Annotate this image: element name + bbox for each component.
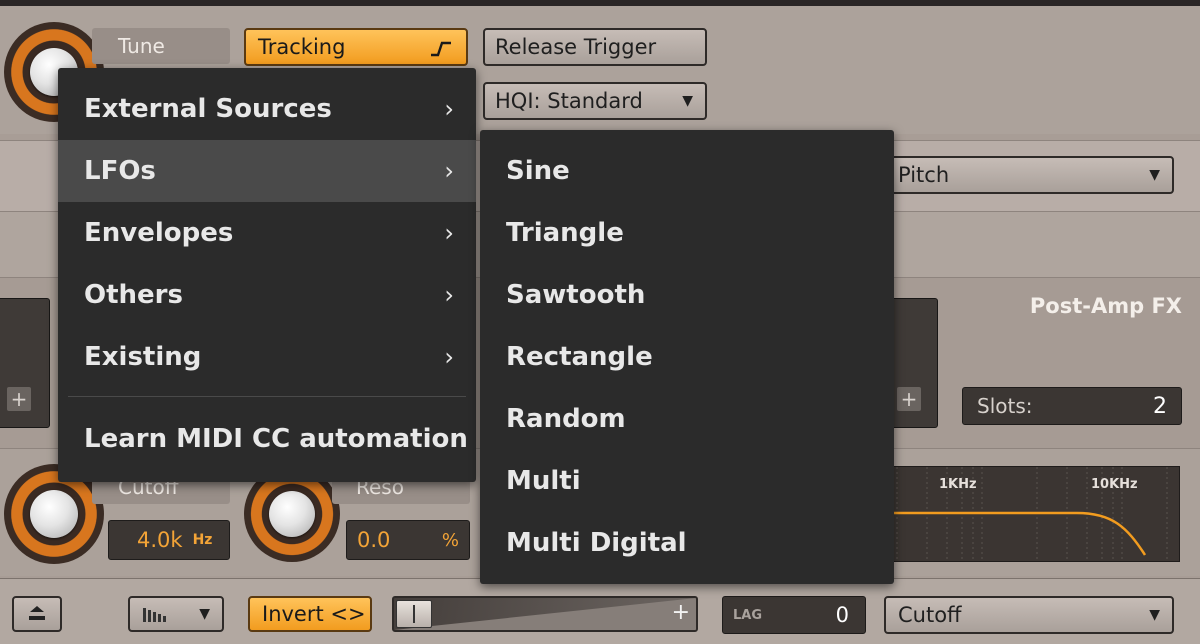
menu-item-label: Learn MIDI CC automation xyxy=(84,424,468,454)
reso-value-field[interactable]: 0.0 % xyxy=(346,520,470,560)
submenu-item-random[interactable]: Random xyxy=(480,388,894,450)
target-value: Cutoff xyxy=(898,603,962,627)
menu-item-label: External Sources xyxy=(84,94,332,124)
slots-value: 2 xyxy=(1153,393,1167,419)
chevron-down-icon: ▼ xyxy=(199,606,210,622)
cutoff-knob-cap xyxy=(30,490,78,538)
chevron-right-icon: › xyxy=(444,157,454,185)
cutoff-value-field[interactable]: 4.0k Hz xyxy=(108,520,230,560)
lag-label: LAG xyxy=(733,607,763,623)
plus-icon: + xyxy=(10,387,28,411)
release-trigger-label: Release Trigger xyxy=(495,35,657,59)
menu-item-lfos[interactable]: LFOs › xyxy=(58,140,476,202)
menu-item-label: Envelopes xyxy=(84,218,234,248)
menu-item-external-sources[interactable]: External Sources › xyxy=(58,78,476,140)
menu-item-others[interactable]: Others › xyxy=(58,264,476,326)
submenu-item-rectangle[interactable]: Rectangle xyxy=(480,326,894,388)
filter-response-graph: 1KHz 10KHz xyxy=(886,466,1180,562)
lfo-submenu: Sine Triangle Sawtooth Rectangle Random … xyxy=(480,130,894,584)
reso-value: 0.0 xyxy=(357,528,391,552)
menu-item-existing[interactable]: Existing › xyxy=(58,326,476,388)
hqi-dropdown[interactable]: HQI: Standard ▼ xyxy=(483,82,707,120)
invert-label: Invert <> xyxy=(262,602,366,626)
pre-amp-fx-slot[interactable]: + xyxy=(0,298,50,428)
submenu-item-sawtooth[interactable]: Sawtooth xyxy=(480,264,894,326)
menu-item-label: LFOs xyxy=(84,156,156,186)
chevron-right-icon: › xyxy=(444,343,454,371)
menu-item-learn-midi-cc[interactable]: Learn MIDI CC automation xyxy=(58,408,476,470)
add-fx-button[interactable]: + xyxy=(897,387,921,411)
slider-handle[interactable] xyxy=(396,600,432,628)
invert-button[interactable]: Invert <> xyxy=(248,596,372,632)
pitch-dropdown[interactable]: Pitch ▼ xyxy=(884,156,1174,194)
curve-shape-dropdown[interactable]: ▼ xyxy=(128,596,224,632)
modulation-source-menu: External Sources › LFOs › Envelopes › Ot… xyxy=(58,68,476,482)
submenu-item-triangle[interactable]: Triangle xyxy=(480,202,894,264)
lag-field[interactable]: LAG 0 xyxy=(722,596,866,634)
hqi-label: HQI: Standard xyxy=(495,89,643,113)
chevron-right-icon: › xyxy=(444,219,454,247)
tracking-label: Tracking xyxy=(258,35,346,59)
chevron-down-icon: ▼ xyxy=(1149,167,1160,183)
chevron-right-icon: › xyxy=(444,281,454,309)
tune-label: Tune xyxy=(92,28,230,64)
menu-item-label: Others xyxy=(84,280,183,310)
menu-item-envelopes[interactable]: Envelopes › xyxy=(58,202,476,264)
slider-plus-icon: + xyxy=(671,600,690,625)
slots-label: Slots: xyxy=(977,394,1033,418)
reso-knob-cap xyxy=(269,491,315,537)
menu-item-label: Existing xyxy=(84,342,202,372)
graph-label-1khz: 1KHz xyxy=(939,477,977,492)
slider-ramp xyxy=(394,598,696,630)
slots-field[interactable]: Slots: 2 xyxy=(962,387,1182,425)
tracking-button[interactable]: Tracking xyxy=(244,28,468,66)
chevron-down-icon: ▼ xyxy=(1149,607,1160,623)
graph-label-10khz: 10KHz xyxy=(1091,477,1138,492)
release-trigger-button[interactable]: Release Trigger xyxy=(483,28,707,66)
step-curve-icon xyxy=(431,41,451,57)
chevron-right-icon: › xyxy=(444,95,454,123)
curve-shape-icon xyxy=(143,608,166,622)
add-fx-button[interactable]: + xyxy=(7,387,31,411)
remove-modulation-button[interactable] xyxy=(12,596,62,632)
chevron-down-icon: ▼ xyxy=(682,93,693,109)
post-amp-fx-title: Post-Amp FX xyxy=(1029,294,1182,318)
pitch-value: Pitch xyxy=(898,163,950,187)
submenu-item-multi-digital[interactable]: Multi Digital xyxy=(480,512,894,574)
modulation-target-dropdown[interactable]: Cutoff ▼ xyxy=(884,596,1174,634)
menu-separator xyxy=(68,396,466,397)
modulation-amount-slider[interactable]: + xyxy=(392,596,698,632)
reso-unit: % xyxy=(441,529,459,551)
cutoff-value: 4.0k xyxy=(137,528,183,552)
submenu-item-sine[interactable]: Sine xyxy=(480,140,894,202)
handle-grip xyxy=(413,605,415,623)
eject-icon xyxy=(29,606,45,620)
submenu-item-multi[interactable]: Multi xyxy=(480,450,894,512)
cutoff-unit: Hz xyxy=(192,532,213,548)
plus-icon: + xyxy=(900,387,918,411)
lag-value: 0 xyxy=(835,603,849,627)
